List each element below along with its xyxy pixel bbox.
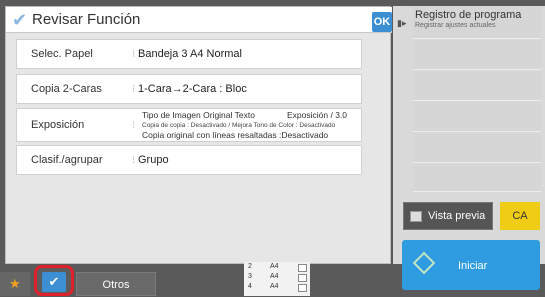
separator-icon: ⁝ — [132, 155, 136, 166]
program-register-subtitle: Registrar ajustes actuales — [415, 22, 496, 29]
preview-label: Vista previa — [428, 210, 486, 222]
tray-number: 2 — [248, 263, 252, 270]
review-function-dialog: ✔ Revisar Función OK Selec. Papel ⁝ Band… — [5, 6, 392, 264]
right-panel-slot[interactable] — [413, 102, 541, 132]
right-panel-slot[interactable] — [413, 40, 541, 70]
row-label: Exposición — [31, 119, 85, 131]
highlighted-lines-setting: Copia original con líneas resaltadas :De… — [142, 130, 329, 140]
preview-icon — [410, 211, 422, 222]
dialog-title: Revisar Función — [32, 11, 141, 28]
start-button[interactable]: Iniciar — [402, 240, 540, 290]
start-icon — [412, 251, 436, 275]
tray-number: 4 — [248, 283, 252, 290]
row-value: Bandeja 3 A4 Normal — [138, 48, 242, 60]
tray-level-icon — [298, 264, 307, 272]
tray-number: 3 — [248, 273, 252, 280]
checkmark-icon: ✔ — [42, 272, 66, 292]
separator-icon: ⁝ — [132, 120, 136, 131]
tray-row: 4 A4 — [244, 283, 310, 292]
expand-arrow-icon[interactable]: ▮▸ — [397, 18, 406, 29]
tray-row: 2 A4 — [244, 263, 310, 272]
paper-select-row[interactable]: Selec. Papel ⁝ Bandeja 3 A4 Normal — [16, 39, 362, 69]
separator-icon: ⁝ — [132, 49, 136, 60]
tray-row: 3 A4 — [244, 273, 310, 282]
row-value: Grupo — [138, 154, 169, 166]
dialog-title-bar: ✔ Revisar Función — [6, 7, 392, 33]
right-panel-slot[interactable] — [413, 164, 541, 192]
tray-paper-size: A4 — [270, 273, 279, 280]
exposure-row[interactable]: Exposición ⁝ Tipo de Imagen Original Tex… — [16, 108, 362, 142]
start-label: Iniciar — [458, 260, 488, 272]
exposure-level: Exposición / 3.0 — [287, 110, 348, 120]
preview-button[interactable]: Vista previa — [403, 202, 493, 230]
original-image-type: Tipo de Imagen Original Texto — [142, 110, 255, 120]
chevron-down-icon[interactable]: ✔ — [12, 10, 27, 31]
row-value: 1-Cara→2-Cara : Bloc — [138, 83, 247, 95]
tray-level-icon — [298, 284, 307, 292]
tray-paper-size: A4 — [270, 283, 279, 290]
right-panel-slot[interactable] — [413, 133, 541, 163]
others-button[interactable]: Otros — [76, 272, 156, 296]
clear-all-button[interactable]: CA — [500, 202, 540, 230]
tray-level-icon — [298, 274, 307, 282]
ok-button[interactable]: OK — [372, 12, 392, 32]
row-label: Clasif./agrupar — [31, 154, 103, 166]
program-register-item[interactable]: Registro de programa Registrar ajustes a… — [413, 6, 541, 39]
row-label: Copia 2-Caras — [31, 83, 102, 95]
sort-group-row[interactable]: Clasif./agrupar ⁝ Grupo — [16, 145, 362, 175]
row-label: Selec. Papel — [31, 48, 93, 60]
check-button[interactable]: ✔ — [34, 265, 74, 296]
separator-icon: ⁝ — [132, 84, 136, 95]
program-register-title: Registro de programa — [415, 9, 522, 21]
duplex-copy-row[interactable]: Copia 2-Caras ⁝ 1-Cara→2-Cara : Bloc — [16, 74, 362, 104]
star-icon: ★ — [9, 276, 21, 291]
favorites-button[interactable]: ★ — [0, 272, 30, 296]
copy-of-copy-setting: Copia de copia : Desactivado / Mejora To… — [142, 122, 336, 129]
tray-status-list: 2 A4 3 A4 4 A4 — [244, 262, 310, 296]
right-panel-slot[interactable] — [413, 71, 541, 101]
tray-paper-size: A4 — [270, 263, 279, 270]
